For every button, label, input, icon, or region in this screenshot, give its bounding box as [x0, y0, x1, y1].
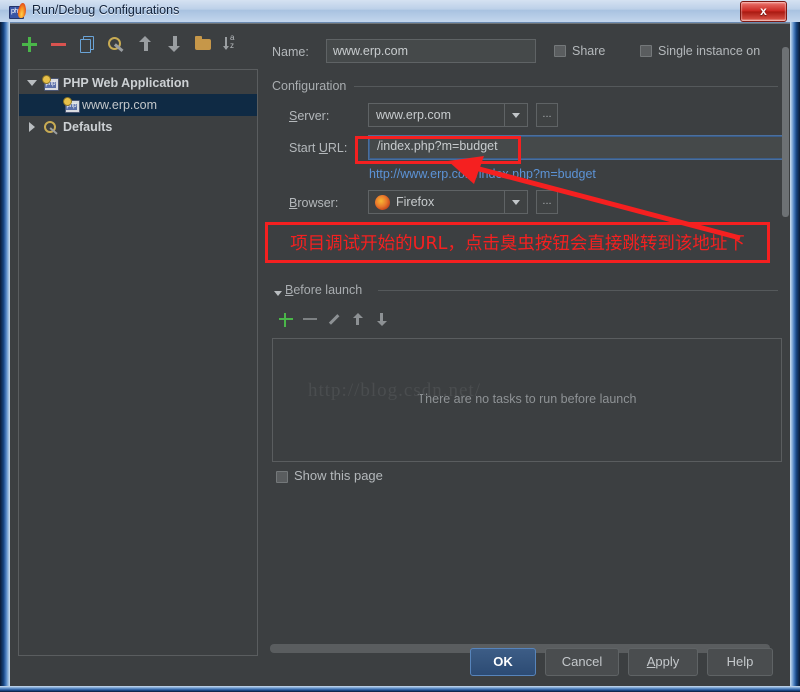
window-title: Run/Debug Configurations — [32, 3, 180, 17]
arrow-down-icon[interactable] — [163, 33, 185, 57]
name-input[interactable]: www.erp.com — [326, 39, 536, 63]
annotation-text: 项目调试开始的URL，点击臭虫按钮会直接跳转到该地址下 — [290, 234, 745, 254]
arrow-up-icon[interactable] — [134, 33, 156, 57]
php-flame-icon: php — [9, 3, 27, 20]
group-divider — [378, 290, 778, 291]
tree-node-defaults[interactable]: Defaults — [19, 116, 257, 138]
vertical-scrollbar[interactable] — [782, 47, 789, 217]
wrench-icon[interactable] — [105, 33, 127, 57]
arrow-down-icon[interactable] — [372, 309, 392, 329]
folder-icon[interactable] — [192, 33, 214, 57]
arrow-up-icon[interactable] — [348, 309, 368, 329]
run-debug-configurations-window: php Run/Debug Configurations x az php PH… — [0, 0, 800, 692]
show-this-page-checkbox[interactable] — [276, 471, 288, 483]
resolved-url-link[interactable]: http://www.erp.com/index.php?m=budget — [369, 167, 596, 181]
cancel-button[interactable]: Cancel — [545, 648, 619, 676]
annotation-highlight-start-url — [355, 136, 521, 164]
tree-node-label: www.erp.com — [82, 98, 158, 112]
configuration-group-label: Configuration — [272, 79, 347, 93]
before-launch-group-label: Before launch — [285, 283, 363, 297]
sort-alpha-icon[interactable]: az — [221, 33, 243, 57]
minus-icon[interactable] — [47, 33, 69, 57]
firefox-icon — [375, 195, 390, 210]
group-divider — [354, 86, 778, 87]
copy-icon[interactable] — [76, 33, 98, 57]
configurations-tree[interactable]: php PHP Web Application php www.erp.com … — [18, 69, 258, 656]
server-label: Server: — [289, 109, 330, 123]
single-instance-label[interactable]: Single instance on — [658, 44, 760, 58]
show-this-page-label[interactable]: Show this page — [294, 468, 383, 483]
tree-node-label: PHP Web Application — [63, 76, 190, 90]
tree-node-www-erp-com[interactable]: php www.erp.com — [19, 94, 257, 116]
dialog-button-bar: OK Cancel Apply Help — [10, 648, 790, 678]
ok-button[interactable]: OK — [470, 648, 536, 676]
tree-node-label: Defaults — [63, 120, 113, 134]
share-label[interactable]: Share — [572, 44, 605, 58]
chevron-down-icon[interactable] — [27, 80, 37, 86]
single-instance-checkbox[interactable] — [640, 45, 652, 57]
server-dropdown[interactable]: www.erp.com — [368, 103, 528, 127]
watermark-text: http://blog.csdn.net/ — [308, 380, 481, 401]
configuration-form: Name: www.erp.com Share Single instance … — [268, 31, 788, 656]
minus-icon[interactable] — [300, 309, 320, 329]
window-border-right — [790, 22, 800, 692]
window-titlebar[interactable]: php Run/Debug Configurations x — [0, 0, 800, 23]
chevron-down-icon[interactable] — [274, 291, 282, 296]
plus-icon[interactable] — [276, 309, 296, 329]
chevron-down-icon[interactable] — [504, 191, 527, 213]
wrench-icon — [43, 120, 59, 135]
apply-button[interactable]: Apply — [628, 648, 698, 676]
browser-label: Browser: — [289, 196, 339, 210]
help-button[interactable]: Help — [707, 648, 773, 676]
browser-value: Firefox — [396, 195, 435, 209]
close-button[interactable]: x — [740, 1, 787, 22]
browser-dropdown[interactable]: Firefox — [368, 190, 528, 214]
share-checkbox[interactable] — [554, 45, 566, 57]
php-web-icon: php — [63, 97, 80, 113]
configurations-toolbar: az — [18, 33, 258, 59]
tree-node-php-web-application[interactable]: php PHP Web Application — [19, 72, 257, 94]
server-value: www.erp.com — [376, 108, 452, 122]
annotation-callout-box: 项目调试开始的URL，点击臭虫按钮会直接跳转到该地址下 — [265, 222, 770, 263]
chevron-right-icon[interactable] — [29, 122, 35, 132]
pencil-icon[interactable] — [324, 309, 344, 329]
window-border-bottom — [0, 686, 800, 692]
name-label: Name: — [272, 45, 309, 59]
browser-browse-button[interactable]: ... — [536, 190, 558, 214]
window-border-left — [0, 22, 10, 692]
start-url-label: Start URL: — [289, 141, 348, 155]
php-web-icon: php — [42, 75, 59, 91]
chevron-down-icon[interactable] — [504, 104, 527, 126]
before-launch-toolbar — [276, 309, 476, 329]
server-browse-button[interactable]: ... — [536, 103, 558, 127]
plus-icon[interactable] — [18, 33, 40, 57]
dialog-client-area: az php PHP Web Application php www.erp.c… — [10, 23, 790, 686]
